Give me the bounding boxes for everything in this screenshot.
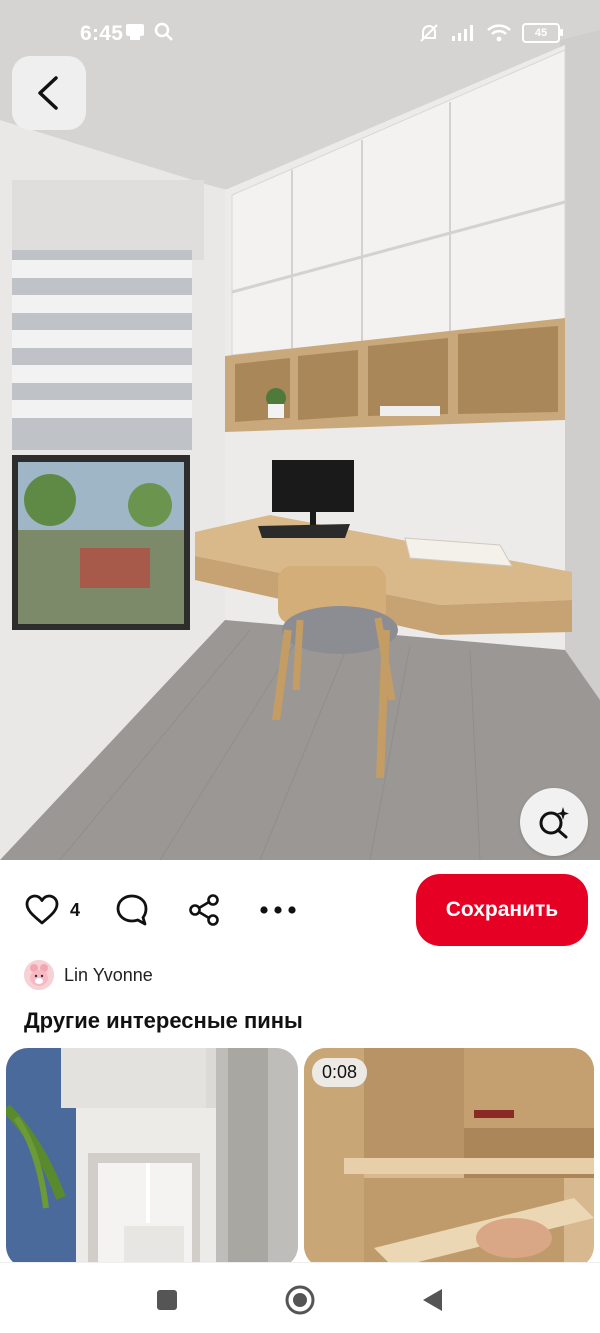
battery-icon: 45 [522,23,563,43]
like-count: 4 [70,900,81,920]
comment-button[interactable] [112,890,152,930]
battery-level: 45 [534,27,548,39]
save-button[interactable]: Сохранить [416,874,588,946]
related-pin-2[interactable]: 0:08 [304,1048,594,1268]
pin-image[interactable]: 6:45 45 [0,0,600,860]
avatar-image [24,960,54,990]
related-pin-1[interactable] [6,1048,298,1268]
more-options-button[interactable] [258,890,298,930]
section-title: Другие интересные пины [24,1008,303,1033]
pin-actions: 4 Сохранить [0,862,600,958]
chevron-left-icon [38,76,58,110]
back-button[interactable] [12,56,86,130]
status-icons-right: 45 [418,22,563,44]
heart-icon [25,894,59,925]
more-dots-icon [260,906,296,914]
search-icon [154,22,173,41]
triangle-back-icon [423,1289,442,1311]
status-icons-left [124,22,174,42]
notification-icon [126,24,144,40]
share-icon [189,894,219,926]
recent-apps-button[interactable] [150,1283,184,1317]
author-name: Lin Yvonne [64,964,153,985]
pin-author[interactable]: Lin Yvonne [24,958,153,992]
comment-icon [116,894,148,926]
home-button[interactable] [283,1283,317,1317]
room-illustration [0,0,600,860]
status-time: 6:45 [80,22,124,45]
signal-icon [452,25,473,41]
mute-icon [420,24,438,42]
avatar [24,960,54,990]
share-button[interactable] [184,890,224,930]
related-pin-1-image [6,1048,298,1268]
video-duration-badge: 0:08 [312,1058,368,1087]
square-icon [157,1290,177,1310]
wifi-icon [487,24,511,42]
like-button[interactable] [22,890,62,930]
nav-back-button[interactable] [415,1283,449,1317]
lens-search-icon [539,807,569,839]
home-circle-icon [285,1285,315,1315]
visual-search-button[interactable] [520,788,588,856]
status-bar: 6:45 45 [0,0,600,68]
system-nav-bar [0,1262,600,1333]
